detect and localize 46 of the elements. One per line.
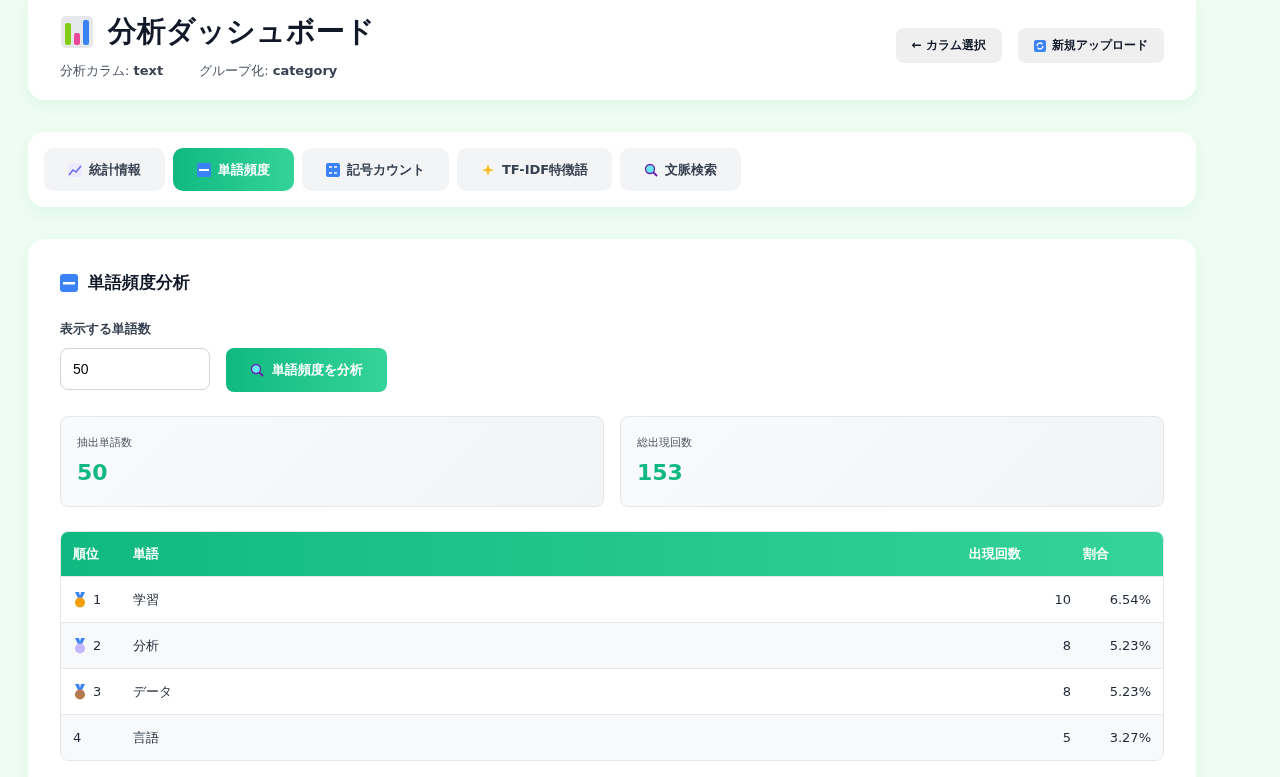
- medal-icon: [73, 683, 87, 700]
- table-cell-text: 8: [1061, 684, 1071, 699]
- meta-text: 分析カラム: text: [60, 62, 164, 80]
- tab[interactable]: 記号カウント: [302, 148, 449, 191]
- medal-icon: [73, 591, 87, 608]
- tab[interactable]: TF-IDF特徴語: [457, 148, 613, 191]
- stat-label: 総出現回数: [637, 435, 693, 450]
- column-header: 割合: [1082, 545, 1110, 563]
- tab[interactable]: 統計情報: [44, 148, 165, 191]
- search-icon: [250, 363, 264, 377]
- page-title: 分析ダッシュボード: [108, 13, 375, 50]
- table-cell: 1: [93, 592, 102, 607]
- table-cell-text: 6.54%: [1108, 592, 1152, 607]
- table-cell-text: 5.23%: [1108, 684, 1152, 699]
- table-cell-text: 5: [1061, 730, 1071, 745]
- meta-text: グループ化: category: [199, 62, 338, 80]
- sparkle-icon: [481, 162, 495, 177]
- stat-value: 50: [77, 460, 109, 485]
- tab[interactable]: 文脈検索: [620, 148, 742, 191]
- table-cell-text: 3.27%: [1108, 730, 1152, 745]
- table-cell-text: 5.23%: [1108, 638, 1152, 653]
- stat-label: 抽出単語数: [77, 435, 133, 450]
- column-header: 出現回数: [969, 545, 1022, 563]
- column-header: 単語: [133, 545, 160, 563]
- section-title: 単語頻度分析: [88, 271, 190, 294]
- table-cell-text: 分析: [133, 636, 160, 655]
- bar-chart-icon: [60, 15, 94, 49]
- column-header: 順位: [72, 545, 100, 563]
- refresh-icon: [1034, 39, 1046, 52]
- upload-button[interactable]: 新規アップロード: [1018, 28, 1164, 63]
- stat-value: 153: [637, 460, 684, 485]
- table-cell-text: データ: [133, 682, 173, 701]
- search-icon: [644, 162, 659, 177]
- table-cell: 2: [93, 638, 102, 653]
- table-cell-text: 言語: [133, 728, 160, 747]
- symbols-icon: [326, 162, 340, 177]
- back-button[interactable]: ← カラム選択: [895, 28, 1002, 63]
- field-label: 表示する単語数: [60, 320, 152, 338]
- table-cell-text: 10: [1053, 592, 1071, 607]
- word-count-input[interactable]: 50: [60, 348, 210, 390]
- table-cell: 4: [73, 730, 82, 745]
- table-cell-text: 学習: [133, 590, 160, 609]
- medal-icon: [73, 637, 87, 654]
- table-cell: 3: [93, 684, 102, 699]
- table-cell-text: 8: [1061, 638, 1071, 653]
- line-chart-icon: [68, 162, 82, 177]
